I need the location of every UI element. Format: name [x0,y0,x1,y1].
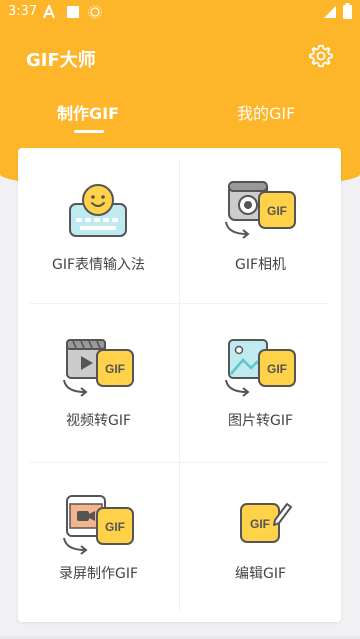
feature-grid-card: GIF表情输入法 GIF GIF相机 GIF 视频转GIF GIF 图片转GIF… [18,148,341,622]
camera-to-gif-icon: GIF [225,181,296,239]
status-bar: 3:37 [0,0,360,24]
feature-label: 编辑GIF [234,566,287,582]
image-to-gif-icon: GIF [225,339,296,397]
video-to-gif-icon: GIF [63,339,134,397]
grid-divider [30,303,329,304]
feature-gif-camera[interactable]: GIF GIF相机 [180,148,341,303]
feature-edit-gif[interactable]: GIF 编辑GIF [180,464,341,619]
screen-record-to-gif-icon: GIF [63,495,134,555]
tab-indicator [74,130,104,133]
svg-text:GIF: GIF [105,520,125,534]
edit-gif-icon: GIF [240,503,292,543]
tab-my-gif[interactable]: 我的GIF [237,100,295,124]
battery-icon [343,3,352,19]
feature-label: 视频转GIF [65,413,132,429]
svg-text:GIF: GIF [267,362,287,376]
feature-label: 图片转GIF [227,413,294,429]
svg-text:GIF: GIF [250,517,270,531]
grid-divider [30,462,329,463]
emoji-keyboard-icon [69,184,127,237]
feature-label: GIF表情输入法 [51,257,146,273]
svg-text:GIF: GIF [267,204,287,218]
feature-gif-emoji-keyboard[interactable]: GIF表情输入法 [18,148,179,303]
notification-square-icon [67,6,79,18]
feature-video-to-gif[interactable]: GIF 视频转GIF [18,306,179,461]
signal-icon [324,6,336,18]
feature-image-to-gif[interactable]: GIF 图片转GIF [180,306,341,461]
tab-make-gif[interactable]: 制作GIF [57,100,119,124]
feature-label: 录屏制作GIF [58,566,139,582]
status-time: 3:37 [8,4,38,19]
settings-gear-icon[interactable] [308,43,334,69]
feature-screen-record-to-gif[interactable]: GIF 录屏制作GIF [18,464,179,619]
svg-text:GIF: GIF [105,362,125,376]
feature-label: GIF相机 [234,257,287,273]
app-title: GIF大师 [26,50,96,71]
notification-a-icon [43,5,55,19]
notification-sun-icon [88,5,102,19]
